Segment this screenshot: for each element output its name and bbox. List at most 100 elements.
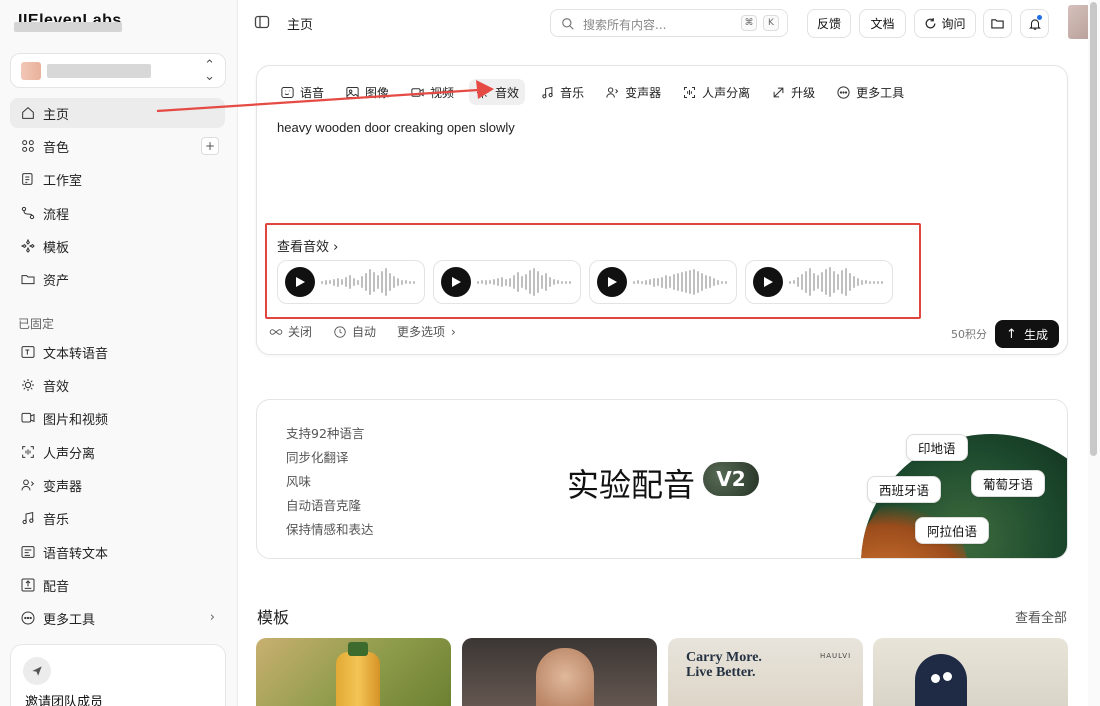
scrollbar-thumb[interactable] bbox=[1090, 2, 1097, 456]
sample-players bbox=[277, 260, 901, 304]
text-to-speech-icon bbox=[21, 346, 35, 358]
feature-item: 同步化翻译 bbox=[286, 450, 349, 465]
dubbing-banner[interactable]: 支持92种语言 同步化翻译 风味 自动语音克隆 保持情感和表达 实验配音 V2 … bbox=[256, 399, 1068, 559]
workspace-selector[interactable]: ⌃ ⌄ bbox=[10, 53, 226, 88]
sound-sample-player[interactable] bbox=[589, 260, 737, 304]
waveform-bar bbox=[633, 280, 635, 284]
studio-icon bbox=[22, 173, 33, 185]
speech-icon bbox=[281, 86, 294, 98]
sound-sample-player[interactable] bbox=[745, 260, 893, 304]
prompt-input[interactable]: heavy wooden door creaking open slowly bbox=[277, 120, 515, 135]
sidebar-item[interactable]: 主页 bbox=[10, 98, 225, 128]
feature-item: 支持92种语言 bbox=[286, 426, 365, 441]
ask-button[interactable]: 询问 bbox=[914, 9, 976, 38]
tool-tab[interactable]: 语音 bbox=[274, 79, 330, 105]
waveform-bar bbox=[369, 269, 371, 295]
waveform-bar bbox=[833, 271, 835, 293]
play-button[interactable] bbox=[597, 267, 627, 297]
tool-tab[interactable]: 变声器 bbox=[599, 79, 667, 105]
template-card[interactable]: Carry More. Live Better. HAULVI bbox=[668, 638, 863, 706]
waveform-bar bbox=[725, 280, 727, 284]
music-icon bbox=[19, 509, 37, 527]
waveform-bar bbox=[673, 274, 675, 290]
waveform-bar bbox=[821, 272, 823, 292]
notification-dot bbox=[1037, 15, 1042, 20]
tool-tab[interactable]: 音乐 bbox=[534, 79, 590, 105]
docs-button[interactable]: 文档 bbox=[859, 9, 906, 38]
sound-sample-player[interactable] bbox=[433, 260, 581, 304]
sidebar-item-label: 资产 bbox=[43, 273, 70, 289]
waveform-bar bbox=[637, 280, 639, 284]
waveform-bar bbox=[789, 280, 791, 284]
scrollbar[interactable] bbox=[1088, 0, 1100, 706]
folder-button[interactable] bbox=[983, 9, 1012, 38]
pinned-item[interactable]: 语音转文本 bbox=[10, 537, 225, 567]
sound-effects-icon bbox=[22, 379, 34, 391]
sound-sample-player[interactable] bbox=[277, 260, 425, 304]
loop-toggle[interactable]: 关闭 bbox=[269, 323, 312, 340]
play-button[interactable] bbox=[285, 267, 315, 297]
composer-card: 语音 图像 视频 音效 音乐 变声器 人声分离 升级 更多工具 heavy wooden doo… bbox=[256, 65, 1068, 355]
notifications-button[interactable] bbox=[1020, 9, 1049, 38]
tool-tab[interactable]: 图像 bbox=[339, 79, 395, 105]
duration-toggle[interactable]: 自动 bbox=[333, 323, 376, 340]
waveform-bar bbox=[405, 280, 407, 284]
waveform-bar bbox=[341, 279, 343, 285]
pinned-item[interactable]: 人声分离 bbox=[10, 437, 225, 467]
tool-tab[interactable]: 升级 bbox=[765, 79, 821, 105]
template-card[interactable] bbox=[873, 638, 1068, 706]
invite-card[interactable]: 邀请团队成员 bbox=[10, 644, 226, 706]
play-button[interactable] bbox=[753, 267, 783, 297]
waveform-bar bbox=[857, 278, 859, 286]
pinned-item[interactable]: 文本转语音 bbox=[10, 337, 225, 367]
sidebar-item[interactable]: 流程 bbox=[10, 198, 225, 228]
waveform-bar bbox=[401, 279, 403, 285]
loop-label: 关闭 bbox=[288, 325, 313, 339]
waveform-bar bbox=[841, 270, 843, 294]
pinned-item[interactable]: 音效 bbox=[10, 370, 225, 400]
workspace-name-blurred bbox=[47, 64, 151, 78]
waveform-bar bbox=[393, 276, 395, 288]
search-input[interactable]: 搜索所有内容... ⌘ K bbox=[550, 9, 788, 37]
more-options-button[interactable]: 更多选项 › bbox=[397, 323, 456, 340]
tool-tab[interactable]: 音效 bbox=[469, 79, 526, 105]
waveform-bar bbox=[705, 275, 707, 289]
see-all-link[interactable]: 查看全部 bbox=[1015, 607, 1067, 626]
template-card[interactable] bbox=[462, 638, 657, 706]
waveform-bar bbox=[533, 268, 535, 296]
tool-tab[interactable]: 视频 bbox=[404, 79, 460, 105]
sidebar-item[interactable]: 工作室 bbox=[10, 164, 225, 194]
waveform-bar bbox=[817, 275, 819, 289]
feedback-button[interactable]: 反馈 bbox=[807, 9, 851, 38]
waveform-bar bbox=[801, 274, 803, 290]
tool-tab[interactable]: 更多工具 bbox=[830, 79, 910, 105]
feature-item: 自动语音克隆 bbox=[286, 498, 362, 513]
pinned-item[interactable]: 音乐 bbox=[10, 503, 225, 533]
play-button[interactable] bbox=[441, 267, 471, 297]
pinned-item[interactable]: 配音 bbox=[10, 570, 225, 600]
pinned-item-label: 语音转文本 bbox=[43, 546, 109, 562]
waveform-bar bbox=[389, 273, 391, 291]
tool-tab[interactable]: 人声分离 bbox=[676, 79, 756, 105]
bottle-cap bbox=[348, 642, 368, 656]
pinned-item[interactable]: 变声器 bbox=[10, 470, 225, 500]
add-voice-button[interactable]: + bbox=[201, 137, 219, 155]
pinned-item[interactable]: 更多工具 › bbox=[10, 603, 225, 633]
pinned-item[interactable]: 图片和视频 bbox=[10, 403, 225, 433]
waveform-bar bbox=[721, 280, 723, 284]
sidebar-item[interactable]: 模板 bbox=[10, 231, 225, 261]
tool-tab-label: 更多工具 bbox=[856, 85, 905, 100]
waveform-bar bbox=[825, 269, 827, 295]
waveform-bar bbox=[485, 279, 487, 285]
more-tools-icon bbox=[19, 609, 37, 627]
chevron-updown-icon: ⌃ ⌄ bbox=[204, 58, 215, 84]
topbar: 主页 搜索所有内容... ⌘ K 反馈 文档 询问 bbox=[238, 0, 1100, 46]
view-effects-link[interactable]: 查看音效 › bbox=[277, 236, 338, 255]
sidebar-toggle-icon[interactable] bbox=[254, 14, 270, 30]
template-card[interactable] bbox=[256, 638, 451, 706]
sidebar-item[interactable]: 资产 bbox=[10, 264, 225, 294]
sidebar-item[interactable]: 音色 + bbox=[10, 131, 225, 161]
generate-button[interactable]: ↑ 生成 bbox=[995, 320, 1059, 348]
waveform-bar bbox=[365, 273, 367, 291]
image-video-icon bbox=[21, 412, 35, 423]
